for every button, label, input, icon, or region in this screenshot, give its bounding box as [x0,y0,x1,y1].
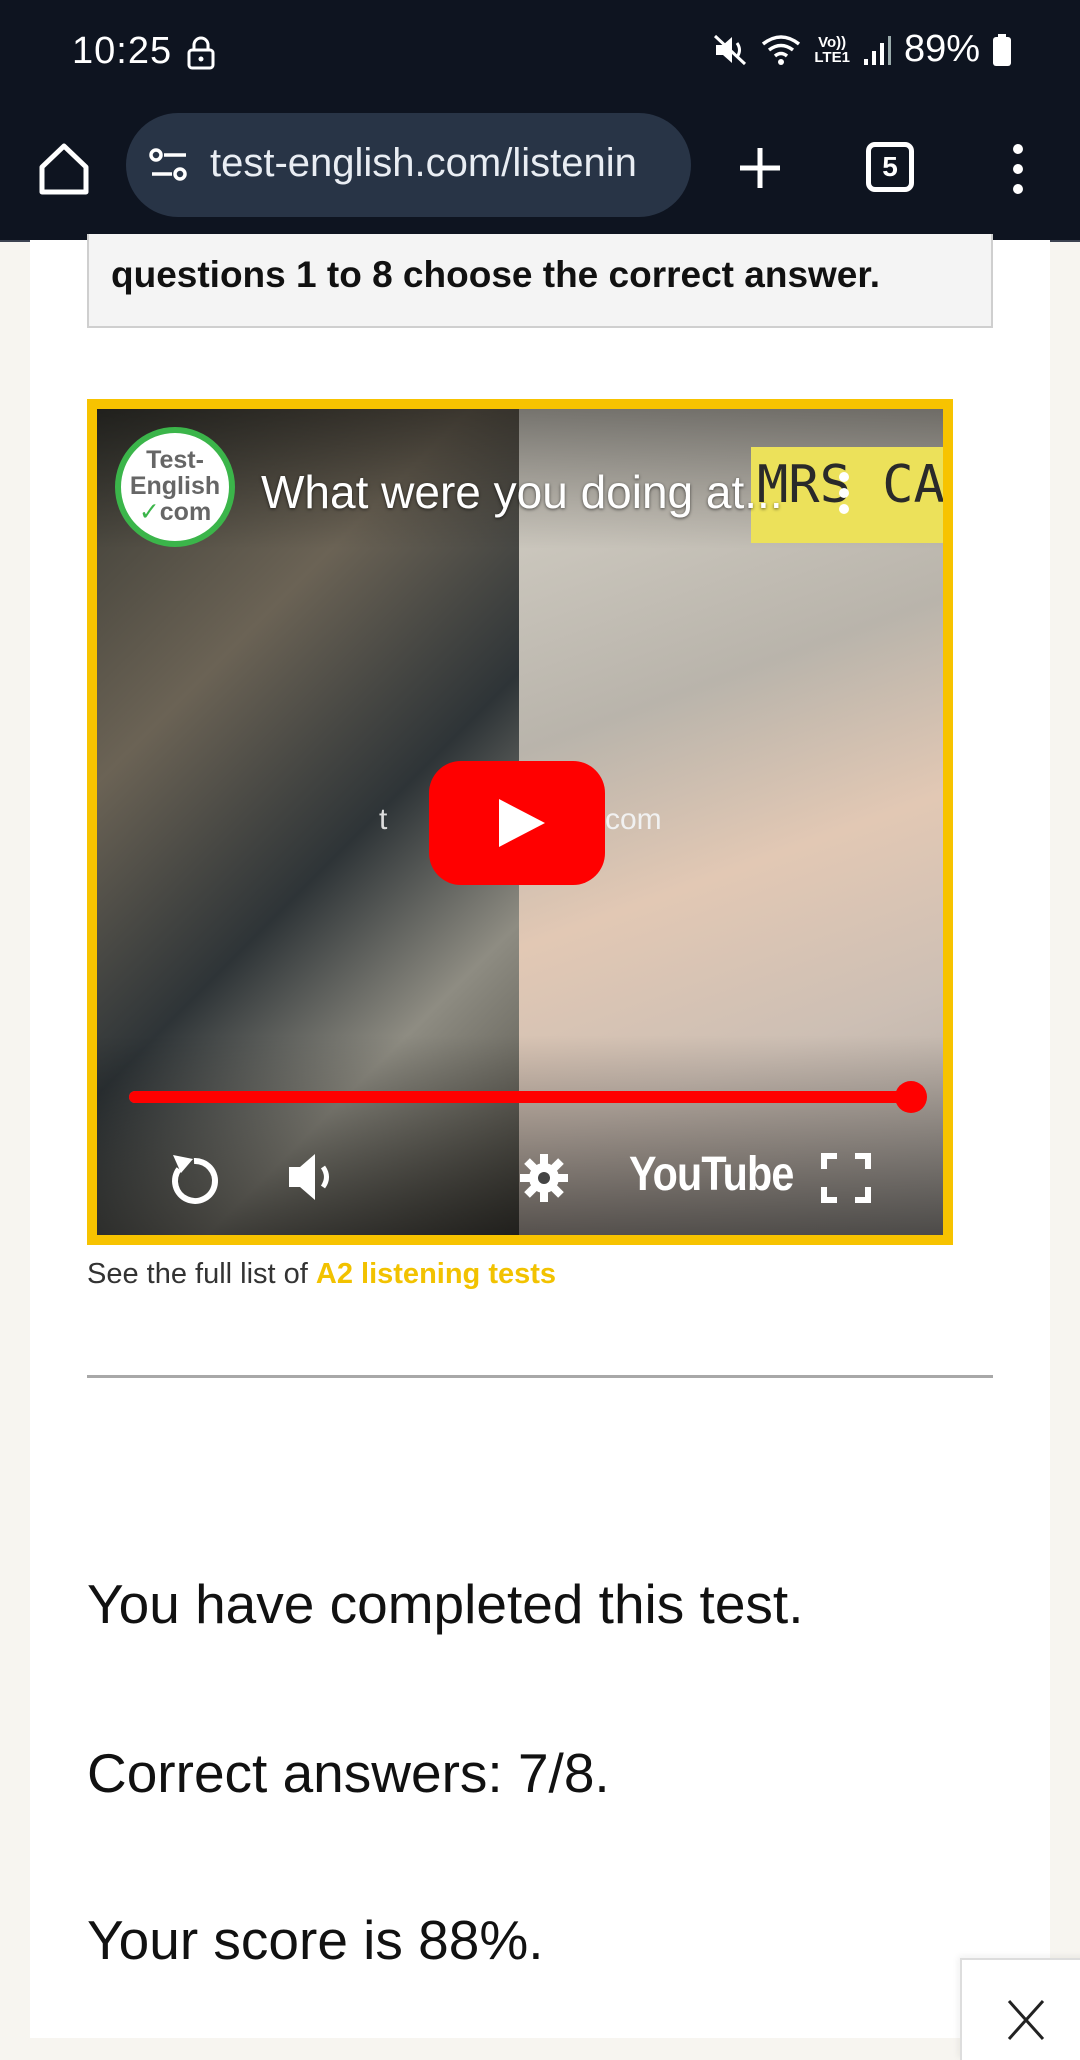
tab-switcher-button[interactable]: 5 [866,142,914,192]
youtube-logo[interactable]: YouTube [629,1147,794,1202]
lock-icon [187,36,215,70]
status-bar: 10:25 Vo)) LTE1 89% [0,0,1080,108]
status-time: 10:25 [72,30,173,72]
fullscreen-icon[interactable] [821,1153,871,1203]
ad-close-button[interactable] [960,1958,1080,2060]
battery-percent: 89% [903,28,980,70]
mute-icon [714,34,747,65]
a2-listening-tests-link[interactable]: A2 listening tests [316,1258,556,1290]
channel-logo-line3-text: com [159,498,212,526]
instructions-text: questions 1 to 8 choose the correct answ… [111,254,881,295]
watermark-right: com [605,803,662,836]
watermark-left: t [379,803,388,836]
site-settings-icon[interactable] [148,145,190,185]
video-more-icon[interactable] [837,471,851,515]
replay-icon[interactable] [165,1149,223,1209]
battery-icon [993,33,1011,66]
channel-logo-line2: English [129,472,221,500]
divider [87,1375,993,1378]
signal-icon [863,35,891,65]
play-button-icon[interactable] [429,761,605,885]
instructions-box: questions 1 to 8 choose the correct answ… [87,234,993,328]
page-content: questions 1 to 8 choose the correct answ… [30,234,1050,2038]
wifi-icon [762,34,801,65]
result-correct-answers: Correct answers: 7/8. [87,1742,610,1804]
url-text[interactable]: test-english.com/listenin [210,141,680,186]
check-circle-icon: ✓ [138,498,160,526]
status-icons: Vo)) LTE1 89% [712,28,1012,71]
progress-scrubber[interactable] [895,1081,927,1113]
address-bar[interactable]: test-english.com/listenin [126,113,691,217]
result-completed: You have completed this test. [87,1573,804,1635]
volte-indicator: Vo)) LTE1 [814,35,850,65]
progress-fill [129,1091,911,1103]
video-bottom-shade [97,1035,943,1235]
home-icon[interactable] [36,140,92,198]
new-tab-icon[interactable] [736,144,784,192]
result-score: Your score is 88%. [87,1909,544,1971]
channel-logo[interactable]: Test- English ✓com [115,427,235,547]
browser-toolbar: test-english.com/listenin 5 [0,108,1080,242]
channel-logo-line1: Test- [146,446,204,474]
progress-bar[interactable] [129,1081,927,1113]
volume-icon[interactable] [285,1149,343,1205]
caption-prefix: See the full list of [87,1258,316,1290]
close-x-icon [1007,1999,1045,2041]
caption: See the full list of A2 listening tests [87,1258,556,1291]
video-title[interactable]: What were you doing at... [261,465,783,519]
video-player[interactable]: MRS CA Test- English ✓com What were you … [87,399,953,1245]
settings-gear-icon[interactable] [519,1153,569,1203]
volte-bottom: LTE1 [814,48,850,66]
channel-logo-line3: ✓com [121,499,229,525]
more-options-icon[interactable] [1008,142,1028,196]
volte-top: Vo)) [818,33,847,51]
